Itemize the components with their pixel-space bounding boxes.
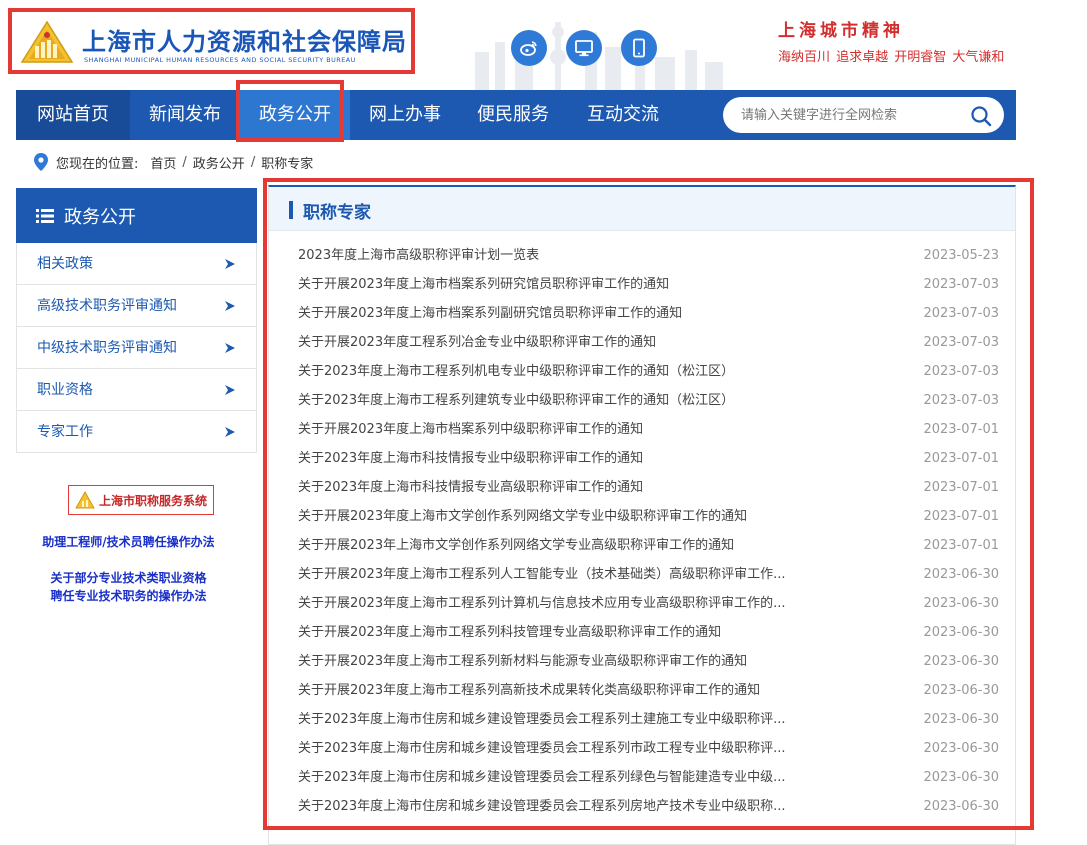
site-logo[interactable]: 上海市人力资源和社会保障局 SHANGHAI MUNICIPAL HUMAN R…	[8, 8, 415, 74]
breadcrumb: 您现在的位置: 首页 / 政务公开 / 职称专家	[34, 152, 313, 172]
search-box	[723, 97, 1004, 133]
sidebar-title: 政务公开	[64, 206, 136, 228]
breadcrumb-home[interactable]: 首页	[150, 153, 176, 172]
bureau-emblem-icon	[75, 491, 95, 509]
nav-item-home[interactable]: 网站首页	[16, 90, 130, 140]
search-icon[interactable]	[970, 105, 992, 127]
sidebar-item-label: 相关政策	[37, 256, 93, 272]
nav-item-news[interactable]: 新闻发布	[130, 90, 240, 140]
location-pin-icon	[34, 153, 48, 171]
logo-title-en: SHANGHAI MUNICIPAL HUMAN RESOURCES AND S…	[84, 56, 356, 64]
desktop-link[interactable]	[566, 30, 602, 66]
title-service-system-link[interactable]: 上海市职称服务系统	[68, 485, 214, 515]
desktop-icon	[575, 40, 593, 57]
nav-item-online-services[interactable]: 网上办事	[350, 90, 460, 140]
sidebar-item-related-policies[interactable]: 相关政策	[17, 243, 256, 285]
nav-item-interaction[interactable]: 互动交流	[568, 90, 678, 140]
search-input[interactable]	[741, 97, 966, 133]
arrow-right-icon	[225, 385, 235, 395]
arrow-right-icon	[225, 427, 235, 437]
sidebar-item-qualifications[interactable]: 职业资格	[17, 369, 256, 411]
arrow-right-icon	[225, 343, 235, 353]
breadcrumb-label: 您现在的位置:	[56, 156, 139, 172]
arrow-right-icon	[225, 259, 235, 269]
nav-highlight-box	[236, 80, 344, 142]
breadcrumb-government-affairs[interactable]: 政务公开	[193, 153, 245, 172]
weibo-link[interactable]	[511, 30, 547, 66]
breadcrumb-separator: /	[182, 154, 187, 170]
sidebar-item-label: 专家工作	[37, 424, 93, 440]
arrow-right-icon	[225, 301, 235, 311]
sidebar-item-label: 中级技术职务评审通知	[37, 340, 177, 356]
sidebar-item-expert-work[interactable]: 专家工作	[17, 411, 256, 453]
title-service-system-label: 上海市职称服务系统	[99, 493, 208, 508]
breadcrumb-separator: /	[250, 154, 256, 170]
sidebar-item-label: 职业资格	[37, 382, 93, 398]
qualification-link-line2: 聘任专业技术职务的操作办法	[50, 589, 207, 603]
logo-title-cn: 上海市人力资源和社会保障局	[82, 28, 407, 56]
assistant-engineer-link[interactable]: 助理工程师/技术员聘任操作办法	[16, 533, 241, 551]
sidebar-item-intermediate-review[interactable]: 中级技术职务评审通知	[17, 327, 256, 369]
mobile-link[interactable]	[621, 30, 657, 66]
qualification-link-line1: 关于部分专业技术类职业资格	[50, 571, 207, 585]
city-spirit-title: 上海城市精神	[778, 21, 904, 41]
site-header: 上海市人力资源和社会保障局 SHANGHAI MUNICIPAL HUMAN R…	[0, 0, 1087, 90]
nav-item-convenience-services[interactable]: 便民服务	[458, 90, 568, 140]
content-highlight-box	[263, 178, 1034, 830]
sidebar-header: 政务公开	[16, 188, 257, 243]
sidebar-menu: 相关政策 高级技术职务评审通知 中级技术职务评审通知 职业资格 专家工作	[16, 243, 257, 453]
city-spirit-subtitle: 海纳百川 追求卓越 开明睿智 大气谦和	[778, 50, 1005, 65]
qualification-appointment-link[interactable]: 关于部分专业技术类职业资格 聘任专业技术职务的操作办法	[16, 569, 241, 605]
weibo-icon	[520, 41, 537, 56]
breadcrumb-current: 职称专家	[261, 156, 314, 172]
list-icon	[36, 208, 54, 223]
mobile-icon	[633, 38, 645, 58]
sidebar-item-senior-review[interactable]: 高级技术职务评审通知	[17, 285, 256, 327]
bureau-emblem-icon	[20, 20, 74, 63]
sidebar-item-label: 高级技术职务评审通知	[37, 298, 177, 314]
